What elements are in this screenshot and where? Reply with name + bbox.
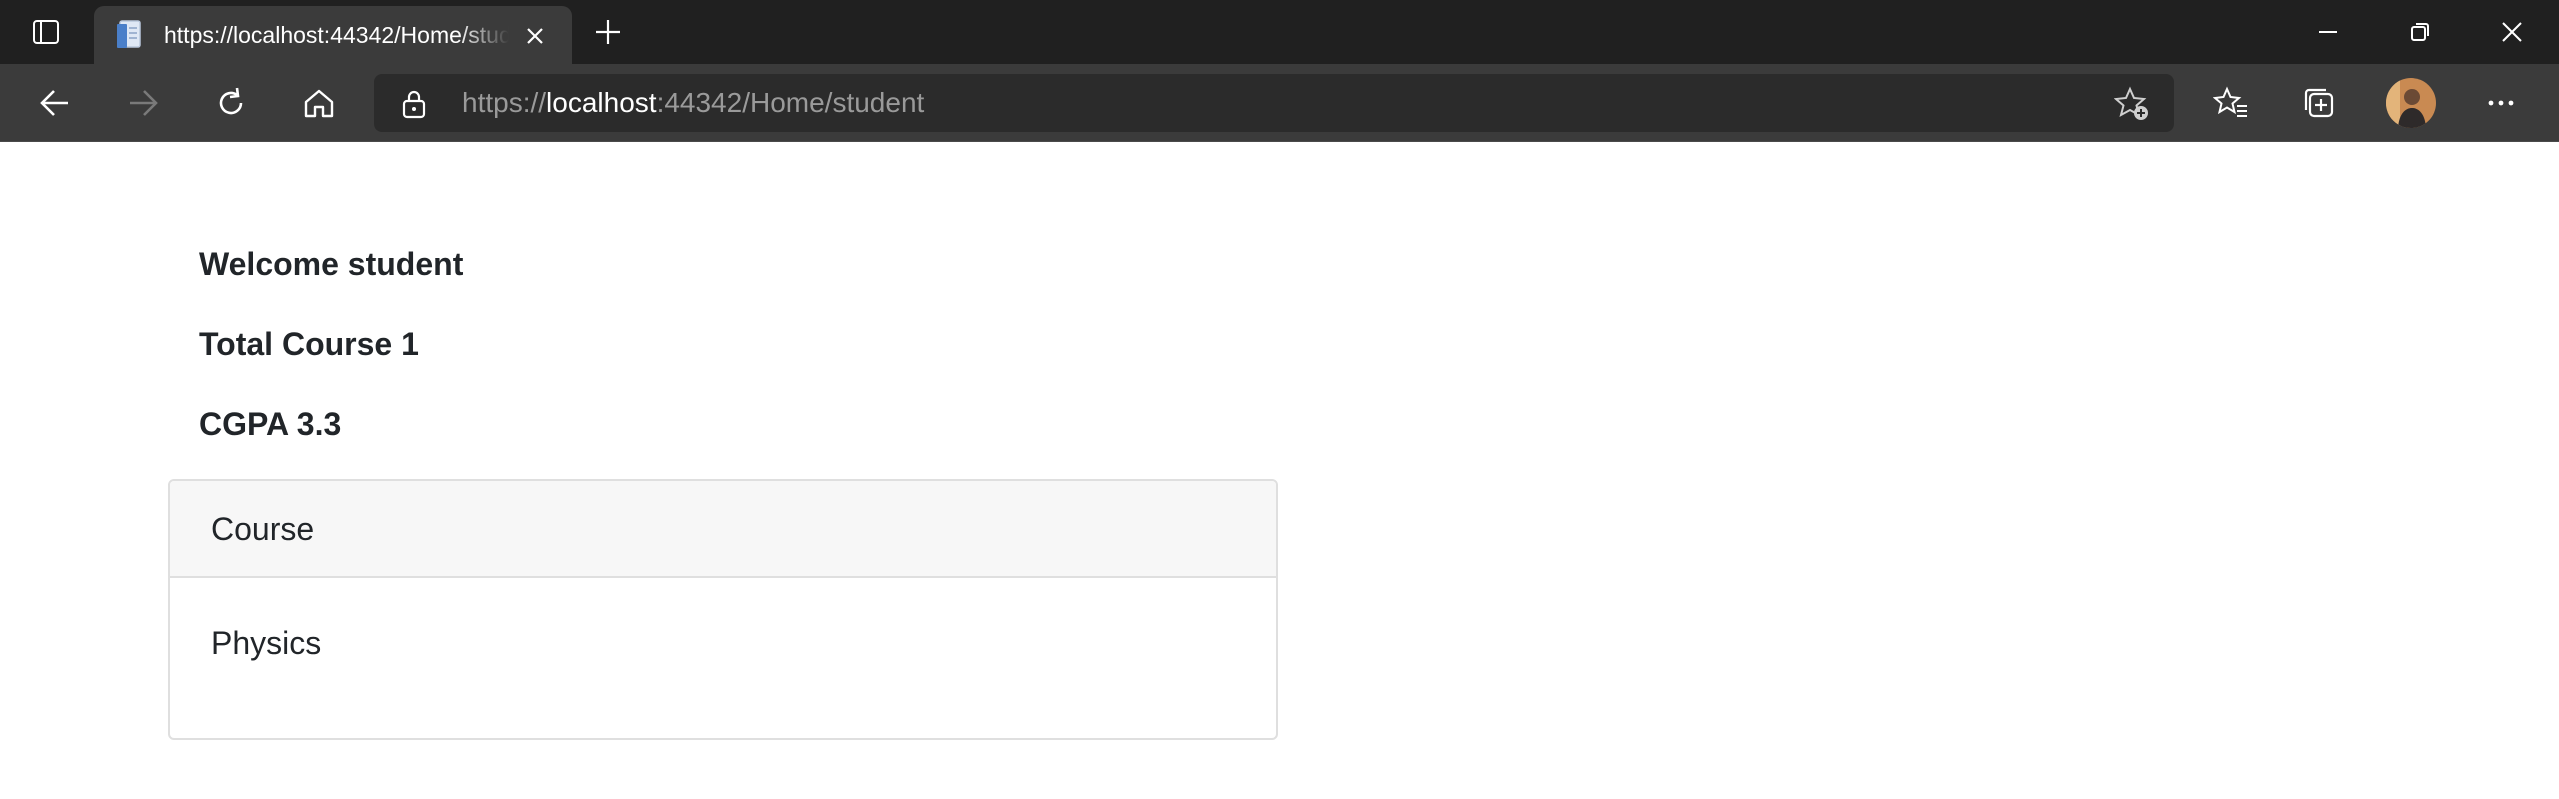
plus-icon [596,20,620,44]
course-name: Physics [211,625,322,661]
star-plus-icon [2114,86,2148,120]
tab-close-button[interactable] [518,19,552,53]
favorites-icon [2213,86,2247,117]
tab-strip: https://localhost:44342/Home/student [0,0,2559,64]
tab-actions-icon [31,17,61,47]
refresh-icon [219,87,243,115]
forward-arrow-icon [130,90,158,116]
page-favicon-icon [114,18,148,52]
refresh-button[interactable] [202,74,260,132]
restore-icon [2411,23,2429,41]
total-course-heading: Total Course 1 [199,326,419,362]
more-icon [2488,100,2514,106]
close-icon [527,28,543,44]
collections-icon [2304,88,2334,118]
url-scheme: https:// [462,87,547,118]
minimize-button[interactable] [2300,8,2356,56]
browser-toolbar: https://localhost:44342/Home/student [0,64,2559,142]
profile-avatar[interactable] [2386,78,2436,128]
new-tab-button[interactable] [588,12,628,52]
restore-button[interactable] [2392,8,2448,56]
list-item: Physics [170,578,1276,738]
home-icon [304,89,334,118]
tab-actions-button[interactable] [18,12,74,52]
course-list-card: Course Physics [168,479,1278,740]
window-close-button[interactable] [2484,8,2540,56]
course-header-label: Course [211,511,315,547]
back-button[interactable] [26,74,84,132]
favorites-button[interactable] [2202,74,2260,132]
browser-tab-active[interactable]: https://localhost:44342/Home/student [94,6,572,64]
back-arrow-icon [40,90,68,116]
tab-title: https://localhost:44342/Home/student [164,22,509,48]
url-path: :44342/Home/student [656,87,925,118]
cgpa-heading: CGPA 3.3 [199,406,342,442]
welcome-heading: Welcome student [199,246,464,282]
collections-button[interactable] [2290,74,2348,132]
close-icon [2502,22,2522,42]
settings-more-button[interactable] [2472,74,2530,132]
lock-icon[interactable] [398,88,430,120]
forward-button[interactable] [114,74,172,132]
add-favorite-button[interactable] [2114,86,2150,122]
url-text[interactable]: https://localhost:44342/Home/student [462,87,924,119]
home-button[interactable] [290,74,348,132]
course-list-header: Course [170,481,1276,578]
address-bar[interactable]: https://localhost:44342/Home/student [374,74,2174,132]
url-host: localhost [546,87,657,118]
page-content: Welcome student Total Course 1 CGPA 3.3 … [0,142,2559,799]
minimize-icon [2319,31,2337,33]
